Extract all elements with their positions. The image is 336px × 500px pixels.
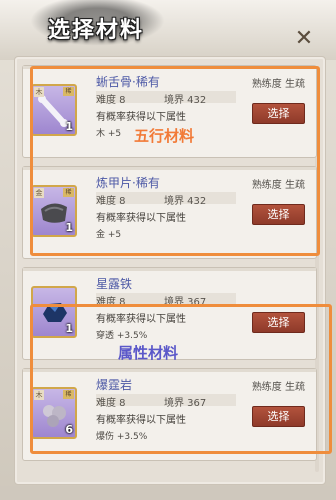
wuxing-highlight-box <box>30 66 320 256</box>
attribute-annotation: 属性材料 <box>118 344 179 362</box>
item-name: 星露铁 <box>96 277 133 291</box>
page-title: 选择材料 <box>48 18 145 43</box>
close-icon[interactable]: ✕ <box>292 27 316 51</box>
wuxing-annotation: 五行材料 <box>134 127 195 145</box>
attribute-highlight-box <box>30 304 332 454</box>
bottom-bar <box>0 486 336 500</box>
